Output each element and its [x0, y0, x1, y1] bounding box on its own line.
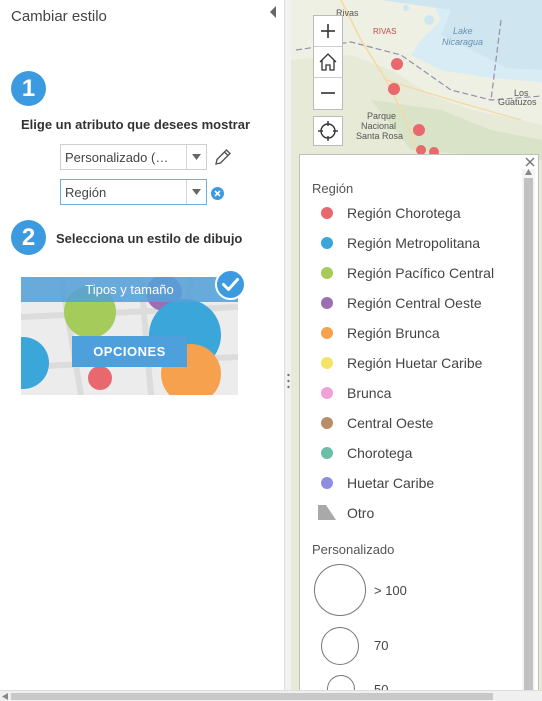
- scroll-up-icon[interactable]: [525, 169, 532, 175]
- legend-item-label: Región Chorotega: [347, 205, 461, 221]
- size-circle-medium: [321, 627, 359, 665]
- horizontal-scroll-thumb[interactable]: [11, 693, 493, 700]
- legend-item: Región Central Oeste: [300, 292, 520, 314]
- legend-size-title: Personalizado: [312, 542, 395, 557]
- panel-splitter[interactable]: [284, 0, 291, 690]
- legend-item-label: Chorotega: [347, 445, 413, 461]
- legend-item-label: Región Huetar Caribe: [347, 355, 483, 371]
- legend-item: Región Chorotega: [300, 202, 520, 224]
- legend-scroll-thumb[interactable]: [524, 178, 533, 693]
- step-1-badge: 1: [11, 71, 46, 106]
- legend-swatch: [321, 477, 333, 489]
- region-select[interactable]: Región: [60, 179, 207, 205]
- collapse-left-icon[interactable]: [268, 6, 278, 18]
- legend-item: Brunca: [300, 382, 520, 404]
- step-2-badge: 2: [11, 220, 46, 255]
- other-symbol-icon: [318, 505, 336, 520]
- zoom-controls: [313, 15, 343, 110]
- chevron-down-icon: [192, 189, 201, 195]
- legend-item-label: Central Oeste: [347, 415, 434, 431]
- legend-item-label: Región Central Oeste: [347, 295, 482, 311]
- home-button[interactable]: [314, 47, 342, 78]
- legend-item: Región Huetar Caribe: [300, 352, 520, 374]
- attribute-select-dropdown[interactable]: [186, 145, 206, 169]
- legend-item-label: Región Brunca: [347, 325, 440, 341]
- legend-title: Región: [312, 181, 354, 196]
- chevron-down-icon: [192, 154, 201, 160]
- zoom-out-button[interactable]: [314, 78, 342, 109]
- legend-item-label: Brunca: [347, 385, 392, 401]
- pencil-edit-icon[interactable]: [213, 147, 233, 167]
- map-label-lake: Lake: [453, 26, 473, 36]
- map-label-rivas-region: RIVAS: [373, 27, 397, 36]
- legend-item-label: Región Metropolitana: [347, 235, 481, 251]
- plus-icon: [321, 24, 335, 38]
- legend-item: Central Oeste: [300, 412, 520, 434]
- drag-handle-icon[interactable]: [287, 372, 290, 390]
- region-select-value: Región: [65, 185, 107, 200]
- legend-swatch: [321, 267, 333, 279]
- step-1-label: Elige un atributo que desees mostrar: [21, 117, 250, 132]
- options-button[interactable]: OPCIONES: [72, 336, 187, 367]
- legend-item-label: Huetar Caribe: [347, 475, 435, 491]
- map-label-guatuzos: Guatuzos: [498, 97, 537, 107]
- horizontal-scrollbar[interactable]: [0, 690, 542, 701]
- legend-item-other: Otro: [300, 502, 520, 524]
- remove-field-icon[interactable]: [211, 187, 224, 200]
- style-card-types-and-size[interactable]: Tipos y tamaño OPCIONES: [21, 277, 238, 395]
- home-icon: [319, 53, 337, 71]
- legend-scrollbar[interactable]: [522, 169, 535, 693]
- close-icon[interactable]: [525, 157, 535, 167]
- map-label-nacional: Nacional: [361, 121, 397, 131]
- legend-item-label: Región Pacífico Central: [347, 265, 495, 281]
- legend-swatch: [321, 327, 333, 339]
- legend-swatch: [321, 237, 333, 249]
- legend-swatch: [321, 387, 333, 399]
- selected-check-icon: [215, 269, 246, 300]
- panel-header: Cambiar estilo: [0, 0, 284, 34]
- legend-swatch: [321, 417, 333, 429]
- panel-title: Cambiar estilo: [11, 8, 107, 25]
- legend-swatch: [321, 357, 333, 369]
- size-label: > 100: [374, 583, 407, 598]
- minus-icon: [321, 92, 335, 94]
- attribute-select-value: Personalizado (…: [65, 150, 169, 165]
- locate-button[interactable]: [313, 116, 343, 146]
- legend-item: Región Metropolitana: [300, 232, 520, 254]
- map-label-parque: Parque: [367, 111, 397, 121]
- map-label-santa-rosa: Santa Rosa: [356, 131, 404, 141]
- size-label: 70: [374, 638, 389, 653]
- legend-swatch: [321, 297, 333, 309]
- size-circle-large: [314, 564, 366, 616]
- legend-item: Chorotega: [300, 442, 520, 464]
- step-2-label: Selecciona un estilo de dibujo: [56, 231, 243, 246]
- style-panel: Cambiar estilo 1 Elige un atributo que d…: [0, 0, 284, 690]
- legend-item: Región Brunca: [300, 322, 520, 344]
- style-card-banner: Tipos y tamaño: [21, 277, 238, 302]
- map-label-nicaragua: Nicaragua: [442, 37, 484, 47]
- locate-crosshair-icon: [318, 121, 338, 141]
- attribute-select[interactable]: Personalizado (…: [60, 144, 207, 170]
- zoom-in-button[interactable]: [314, 16, 342, 47]
- region-select-dropdown[interactable]: [186, 180, 206, 204]
- legend-item: Región Pacífico Central: [300, 262, 520, 284]
- legend-panel: Región Región Chorotega Región Metropoli…: [299, 154, 539, 694]
- legend-item: Huetar Caribe: [300, 472, 520, 494]
- legend-swatch: [321, 447, 333, 459]
- legend-swatch: [321, 207, 333, 219]
- style-card-title: Tipos y tamaño: [85, 282, 174, 297]
- legend-item-label: Otro: [347, 505, 375, 521]
- scroll-left-icon[interactable]: [2, 693, 8, 700]
